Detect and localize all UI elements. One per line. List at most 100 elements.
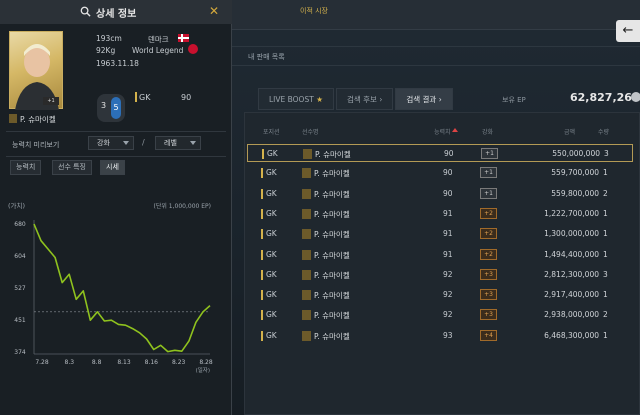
row-qty: 3 [603,269,608,279]
tab-search-results[interactable]: 검색 결과 › [395,88,453,110]
table-row[interactable]: GK P. 슈마이켈 90 +1 550,000,000 3 [247,144,633,162]
row-price: 2,812,300,000 [544,269,599,279]
season-icon [302,310,311,321]
row-boost-badge: +4 [480,329,497,341]
season-icon [302,208,311,219]
row-price: 1,300,000,000 [544,229,599,239]
table-row[interactable]: GK P. 슈마이켈 92 +3 2,812,300,000 3 [247,266,633,284]
season-icon [9,114,17,123]
row-ovr: 91 [443,208,453,218]
row-boost-badge: +2 [480,228,497,240]
level-select[interactable]: 레벨 [155,136,201,150]
table-row[interactable]: GK P. 슈마이켈 91 +2 1,300,000,000 1 [247,225,633,243]
divider [6,156,226,157]
denmark-flag-icon [178,34,189,42]
x-axis-label: (일자) [196,366,210,374]
table-row[interactable]: GK P. 슈마이켈 93 +4 6,468,300,000 1 [247,327,633,345]
row-player-name: P. 슈마이켈 [315,150,351,159]
row-price: 550,000,000 [552,149,600,158]
row-qty: 1 [603,290,608,300]
x-tick-label: 8.23 [172,359,186,366]
col-header-qty[interactable]: 수량 [598,127,609,136]
tab-live-boost[interactable]: LIVE BOOST ★ [258,88,334,110]
row-player-name: P. 슈마이켈 [314,311,350,321]
subtab-stats[interactable]: 능력치 [10,160,42,175]
y-tick-label: 680 [14,221,26,228]
table-row[interactable]: GK P. 슈마이켈 90 +1 559,800,000 2 [247,185,633,203]
popup-title: 상세 정보 [96,9,137,20]
position-color-bar [261,188,263,199]
row-player-name: P. 슈마이켈 [314,250,350,260]
table-row[interactable]: GK P. 슈마이켈 92 +3 2,938,000,000 2 [247,306,633,324]
season-text: World Legend [132,46,184,55]
sort-arrow-icon[interactable] [452,128,458,132]
row-player-name: P. 슈마이켈 [314,291,350,301]
row-ovr: 90 [443,188,453,198]
position-color-bar [261,269,263,280]
row-position: GK [266,310,277,320]
position-value: 90 [181,93,192,102]
col-header-price[interactable]: 금액 [564,127,575,136]
y-tick-label: 451 [14,317,26,324]
row-player-name: P. 슈마이켈 [314,331,350,341]
tab-label: 검색 결과 [406,95,437,104]
row-position: GK [267,149,278,158]
y-tick-label: 527 [14,285,26,292]
row-ovr: 92 [443,310,453,320]
price-chart-svg: (가치) (단위 1,000,000 EP) 680 604 527 451 374 7.28… [8,201,213,374]
col-header-boost[interactable]: 강화 [482,127,493,136]
row-price: 2,938,000,000 [544,310,599,320]
club-badge-icon [188,44,198,54]
row-ovr: 93 [443,330,453,340]
col-header-position[interactable]: 포지션 [263,127,280,136]
row-ovr: 90 [443,168,453,178]
row-position: GK [266,290,277,300]
subtab-traits[interactable]: 선수 특징 [52,160,92,175]
tab-transfer-market[interactable]: 이적 시장 [300,6,328,16]
season-icon [303,149,312,159]
table-row[interactable]: GK P. 슈마이켈 90 +1 559,700,000 1 [247,164,633,182]
row-qty: 1 [603,330,608,340]
row-boost-badge: +1 [481,148,498,159]
col-header-name[interactable]: 선수명 [302,127,319,136]
level-b: 5 [111,97,121,119]
x-tick-label: 8.16 [145,359,159,366]
close-icon[interactable]: ✕ [209,4,219,18]
position-color-bar [262,149,264,159]
back-arrow-icon[interactable]: ← [616,20,640,42]
position-color-bar [261,290,263,301]
tab-label: LIVE BOOST [269,95,314,104]
row-qty: 2 [603,188,608,198]
subtab-price[interactable]: 시세 [100,160,125,175]
price-series-line [33,223,211,353]
season-icon [302,229,311,240]
row-qty: 2 [603,310,608,320]
unit-label: (단위 1,000,000 EP) [154,202,211,210]
x-tick-label: 8.13 [117,359,131,366]
row-player-name: P. 슈마이켈 [314,169,350,179]
y-tick-label: 374 [14,349,26,356]
tab-search-candidates[interactable]: 검색 후보 › [335,88,394,110]
slash-separator: / [142,138,145,147]
weight-text: 92Kg [96,46,116,55]
ep-label: 보유 EP [502,96,526,104]
birth-text: 1963.11.18 [96,59,139,68]
row-position: GK [266,229,277,239]
row-player-name: P. 슈마이켈 [314,209,350,219]
col-header-ovr[interactable]: 능력치 [434,127,451,136]
search-icon [80,6,91,17]
table-row[interactable]: GK P. 슈마이켈 91 +2 1,222,700,000 1 [247,205,633,223]
table-row[interactable]: GK P. 슈마이켈 92 +3 2,917,400,000 1 [247,286,633,304]
level-a: 3 [101,101,107,110]
season-icon [302,188,311,199]
season-icon [302,168,311,179]
popup-header: 상세 정보 ✕ [0,0,232,24]
my-sales-list-title[interactable]: 내 판매 목록 [248,52,285,62]
table-row[interactable]: GK P. 슈마이켈 91 +2 1,494,400,000 1 [247,246,633,264]
card-ovr-badge: +1 [43,97,59,105]
row-qty: 1 [603,168,608,178]
boost-select[interactable]: 강화 [88,136,134,150]
market-tabs: LIVE BOOST ★ 검색 후보 › 검색 결과 › [258,88,455,110]
row-position: GK [266,168,277,178]
chevron-right-icon: › [379,95,383,104]
